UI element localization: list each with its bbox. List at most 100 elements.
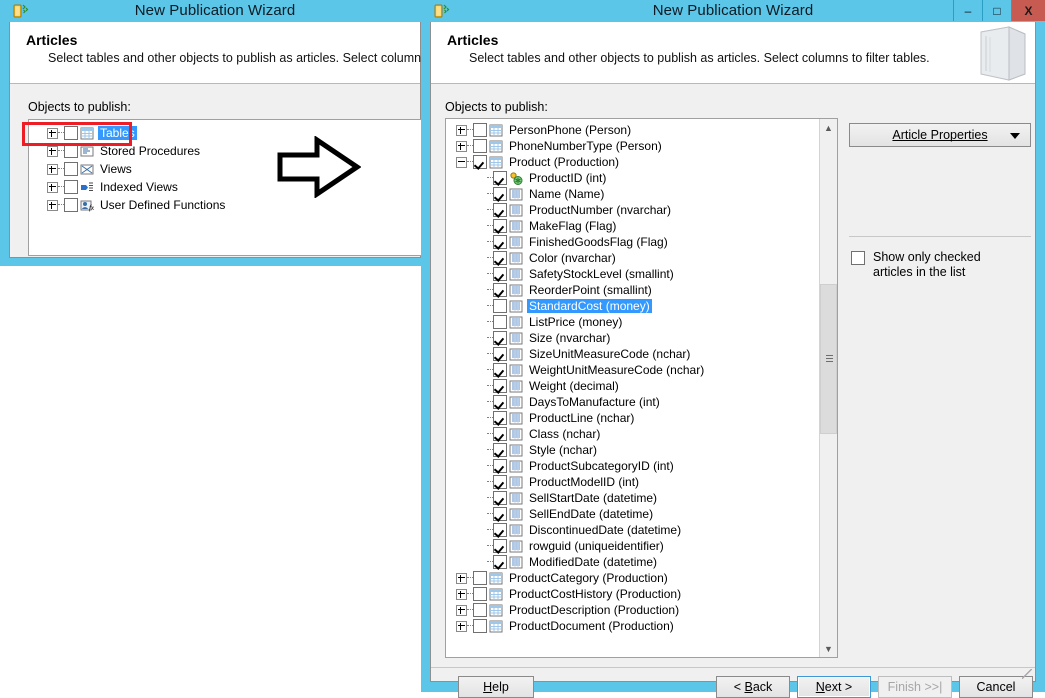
tree-item-checkbox[interactable]	[493, 379, 507, 393]
show-only-checked-checkbox[interactable]	[851, 251, 865, 265]
tree-item-checkbox[interactable]	[493, 427, 507, 441]
tree-item[interactable]: Color (nvarchar)	[456, 250, 819, 266]
tree-item[interactable]: ProductCostHistory (Production)	[456, 586, 819, 602]
tree-item[interactable]: ProductID (int)	[456, 170, 819, 186]
right-window-titlebar[interactable]: New Publication Wizard – □ X	[421, 0, 1045, 22]
tree-item-checkbox[interactable]	[473, 155, 487, 169]
tree-item-checkbox[interactable]	[493, 523, 507, 537]
tree-item-checkbox[interactable]	[473, 587, 487, 601]
articles-tree-panel[interactable]: PersonPhone (Person)PhoneNumberType (Per…	[445, 118, 838, 658]
tree-item[interactable]: Size (nvarchar)	[456, 330, 819, 346]
tree-item[interactable]: ProductNumber (nvarchar)	[456, 202, 819, 218]
tree-vertical-scrollbar[interactable]: ▲ ▼	[819, 119, 837, 657]
expand-icon[interactable]	[47, 200, 58, 211]
tree-item[interactable]: ProductDocument (Production)	[456, 618, 819, 634]
article-properties-button[interactable]: Article Properties	[849, 123, 1031, 147]
tree-item[interactable]: PersonPhone (Person)	[456, 122, 819, 138]
scroll-thumb[interactable]	[820, 284, 837, 434]
tree-item[interactable]: DiscontinuedDate (datetime)	[456, 522, 819, 538]
tree-item[interactable]: ProductCategory (Production)	[456, 570, 819, 586]
tree-item-checkbox[interactable]	[493, 539, 507, 553]
tree-item-checkbox[interactable]	[493, 235, 507, 249]
tree-item-checkbox[interactable]	[493, 203, 507, 217]
tree-item[interactable]: fxUser Defined Functions	[47, 196, 423, 214]
help-button[interactable]: Help	[458, 676, 534, 698]
tree-item[interactable]: ProductDescription (Production)	[456, 602, 819, 618]
tree-item-checkbox[interactable]	[493, 475, 507, 489]
tree-item-checkbox[interactable]	[64, 198, 78, 212]
tree-item-checkbox[interactable]	[493, 251, 507, 265]
tree-item[interactable]: ModifiedDate (datetime)	[456, 554, 819, 570]
expand-icon[interactable]	[456, 589, 467, 600]
expand-icon[interactable]	[47, 182, 58, 193]
tree-item-checkbox[interactable]	[473, 139, 487, 153]
back-button[interactable]: < Back	[716, 676, 790, 698]
tree-item-checkbox[interactable]	[493, 555, 507, 569]
tree-item-checkbox[interactable]	[64, 180, 78, 194]
close-button[interactable]: X	[1011, 0, 1045, 21]
expand-icon[interactable]	[456, 621, 467, 632]
tree-item-checkbox[interactable]	[493, 411, 507, 425]
next-button[interactable]: Next >	[797, 676, 871, 698]
tree-item[interactable]: ListPrice (money)	[456, 314, 819, 330]
tree-item[interactable]: Tables	[47, 124, 423, 142]
tree-item[interactable]: Views	[47, 160, 423, 178]
tree-item-checkbox[interactable]	[493, 459, 507, 473]
tree-item[interactable]: ProductModelID (int)	[456, 474, 819, 490]
tree-item[interactable]: PhoneNumberType (Person)	[456, 138, 819, 154]
expand-icon[interactable]	[47, 164, 58, 175]
expand-icon[interactable]	[456, 125, 467, 136]
tree-item[interactable]: Product (Production)	[456, 154, 819, 170]
tree-item[interactable]: Weight (decimal)	[456, 378, 819, 394]
tree-item-checkbox[interactable]	[64, 144, 78, 158]
tree-item-checkbox[interactable]	[493, 187, 507, 201]
tree-item[interactable]: Class (nchar)	[456, 426, 819, 442]
tree-item[interactable]: rowguid (uniqueidentifier)	[456, 538, 819, 554]
tree-item-checkbox[interactable]	[473, 603, 487, 617]
tree-item-checkbox[interactable]	[473, 571, 487, 585]
tree-item[interactable]: SafetyStockLevel (smallint)	[456, 266, 819, 282]
tree-item-checkbox[interactable]	[493, 283, 507, 297]
left-tree-panel[interactable]: TablesStored ProceduresViewsIndexed View…	[28, 119, 424, 256]
tree-item-checkbox[interactable]	[493, 507, 507, 521]
expand-icon[interactable]	[47, 146, 58, 157]
tree-item[interactable]: Stored Procedures	[47, 142, 423, 160]
maximize-button[interactable]: □	[982, 0, 1011, 21]
tree-item[interactable]: MakeFlag (Flag)	[456, 218, 819, 234]
tree-item-checkbox[interactable]	[473, 619, 487, 633]
scroll-down-button[interactable]: ▼	[820, 640, 837, 657]
collapse-icon[interactable]	[456, 157, 467, 168]
tree-item[interactable]: Name (Name)	[456, 186, 819, 202]
tree-item[interactable]: WeightUnitMeasureCode (nchar)	[456, 362, 819, 378]
tree-item-checkbox[interactable]	[493, 219, 507, 233]
tree-item-checkbox[interactable]	[473, 123, 487, 137]
tree-item[interactable]: Indexed Views	[47, 178, 423, 196]
tree-item-checkbox[interactable]	[493, 491, 507, 505]
tree-item-checkbox[interactable]	[493, 443, 507, 457]
tree-item-checkbox[interactable]	[493, 363, 507, 377]
scroll-up-button[interactable]: ▲	[820, 119, 837, 136]
tree-item-checkbox[interactable]	[493, 267, 507, 281]
tree-item[interactable]: SellStartDate (datetime)	[456, 490, 819, 506]
tree-item[interactable]: FinishedGoodsFlag (Flag)	[456, 234, 819, 250]
expand-icon[interactable]	[456, 141, 467, 152]
tree-item-checkbox[interactable]	[493, 347, 507, 361]
tree-item[interactable]: SellEndDate (datetime)	[456, 506, 819, 522]
tree-item[interactable]: SizeUnitMeasureCode (nchar)	[456, 346, 819, 362]
minimize-button[interactable]: –	[953, 0, 982, 21]
expand-icon[interactable]	[456, 605, 467, 616]
tree-item[interactable]: ProductLine (nchar)	[456, 410, 819, 426]
expand-icon[interactable]	[47, 128, 58, 139]
tree-item[interactable]: StandardCost (money)	[456, 298, 819, 314]
show-only-checked-row[interactable]: Show only checked articles in the list	[851, 250, 1033, 280]
tree-item[interactable]: DaysToManufacture (int)	[456, 394, 819, 410]
tree-item-checkbox[interactable]	[493, 299, 507, 313]
cancel-button[interactable]: Cancel	[959, 676, 1033, 698]
tree-item-checkbox[interactable]	[493, 315, 507, 329]
tree-item[interactable]: Style (nchar)	[456, 442, 819, 458]
tree-item-checkbox[interactable]	[493, 395, 507, 409]
tree-item-checkbox[interactable]	[493, 331, 507, 345]
tree-item-checkbox[interactable]	[493, 171, 507, 185]
tree-item-checkbox[interactable]	[64, 162, 78, 176]
expand-icon[interactable]	[456, 573, 467, 584]
